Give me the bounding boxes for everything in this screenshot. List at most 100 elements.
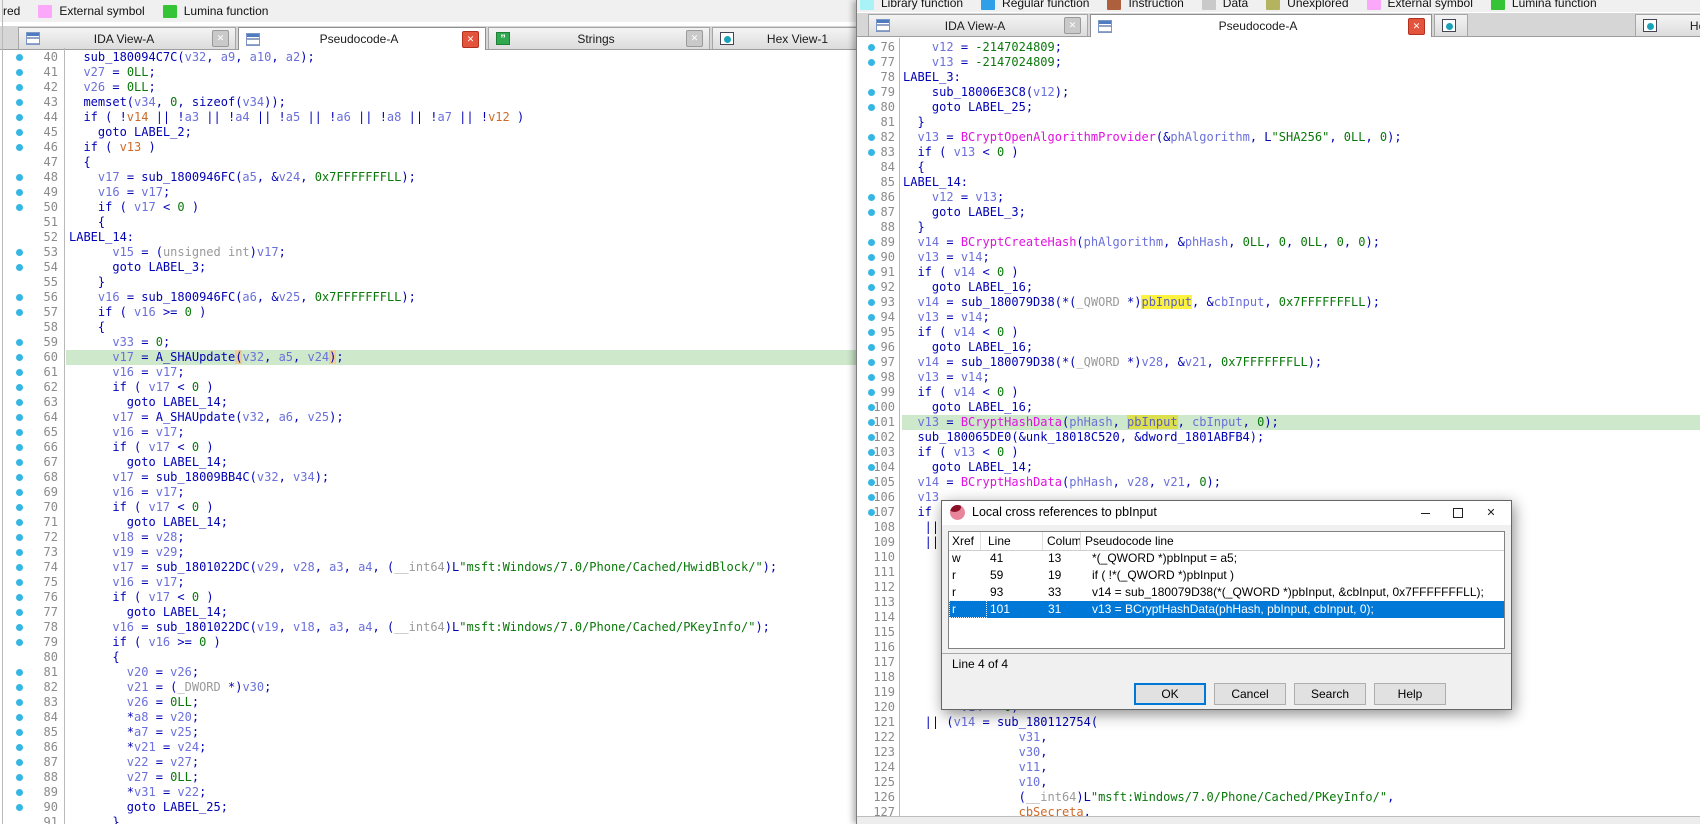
code-token[interactable]: , ( xyxy=(373,560,395,574)
code-text[interactable]: if ( v16 >= 0 ) xyxy=(69,635,221,650)
code-token[interactable]: goto LABEL_14; xyxy=(69,395,228,409)
code-token[interactable]: = xyxy=(939,310,961,324)
cancel-button[interactable]: Cancel xyxy=(1214,683,1286,705)
code-token[interactable] xyxy=(69,365,112,379)
code-token[interactable]: )L xyxy=(445,620,459,634)
code-line[interactable]: 93 v14 = sub_180079D38(*(_QWORD *)pbInpu… xyxy=(857,295,1700,310)
code-token[interactable]: a6 xyxy=(242,290,256,304)
code-token[interactable]: ) xyxy=(199,590,213,604)
code-token[interactable]: , xyxy=(344,560,358,574)
breakpoint-dot[interactable] xyxy=(16,99,23,106)
xref-row[interactable]: r5919if ( !*(_QWORD *)pbInput ) xyxy=(949,567,1504,584)
code-line[interactable]: 79 if ( v16 >= 0 ) xyxy=(0,635,856,650)
code-line[interactable]: 83 if ( v13 < 0 ) xyxy=(857,145,1700,160)
code-token[interactable]: * xyxy=(69,740,134,754)
breakpoint-dot[interactable] xyxy=(16,69,23,76)
code-token[interactable]: v28 xyxy=(1141,355,1163,369)
code-token[interactable]: phHash xyxy=(1185,235,1228,249)
tab-hex-view-1[interactable]: Hex View-1 xyxy=(1635,14,1700,36)
breakpoint-dot[interactable] xyxy=(16,369,23,376)
breakpoint-dot[interactable] xyxy=(16,114,23,121)
maximize-icon[interactable] xyxy=(1443,503,1473,523)
code-token[interactable]: ) xyxy=(1004,265,1018,279)
code-token[interactable] xyxy=(69,335,112,349)
code-token[interactable] xyxy=(903,475,917,489)
code-token[interactable]: v12 xyxy=(1033,85,1055,99)
code-token[interactable]: , sizeof( xyxy=(177,95,242,109)
code-line[interactable]: 75 v16 = v17; xyxy=(0,575,856,590)
code-token[interactable]: ; xyxy=(983,250,990,264)
code-token[interactable]: v17 xyxy=(112,350,134,364)
code-token[interactable]: v17 xyxy=(141,185,163,199)
code-token[interactable]: ; xyxy=(177,365,184,379)
code-token[interactable]: 0 xyxy=(177,200,184,214)
code-token[interactable]: a3 xyxy=(185,110,199,124)
code-token[interactable]: goto LABEL_25; xyxy=(69,800,228,814)
code-token[interactable]: , xyxy=(279,470,293,484)
code-token[interactable]: ); xyxy=(1365,295,1379,309)
code-token[interactable]: , xyxy=(206,50,220,64)
breakpoint-dot[interactable] xyxy=(16,774,23,781)
code-token[interactable]: || xyxy=(903,535,939,549)
code-token[interactable]: BCryptHashData xyxy=(961,415,1062,429)
code-token[interactable]: , xyxy=(315,560,329,574)
code-token[interactable]: __int64 xyxy=(1026,790,1077,804)
breakpoint-dot[interactable] xyxy=(16,549,23,556)
code-token[interactable]: = xyxy=(148,755,170,769)
code-token[interactable] xyxy=(69,770,127,784)
code-token[interactable]: __int64 xyxy=(394,560,445,574)
code-token[interactable]: = xyxy=(134,545,156,559)
close-tab-icon[interactable]: ✕ xyxy=(212,30,229,47)
code-token[interactable]: = ( xyxy=(134,245,163,259)
xref-type-cell[interactable]: r xyxy=(952,584,956,601)
code-token[interactable]: a4 xyxy=(358,560,372,574)
breakpoint-dot[interactable] xyxy=(16,339,23,346)
code-line[interactable]: 41 v27 = 0LL; xyxy=(0,65,856,80)
code-token[interactable]: if ( xyxy=(903,385,954,399)
code-line[interactable]: 89 *v31 = v22; xyxy=(0,785,856,800)
code-token[interactable]: if ( xyxy=(69,500,148,514)
code-token[interactable]: >= xyxy=(170,635,199,649)
code-token[interactable] xyxy=(69,575,112,589)
tab-hex-view[interactable] xyxy=(1434,14,1468,36)
code-token[interactable]: v24 xyxy=(307,350,329,364)
code-token[interactable]: < xyxy=(170,380,192,394)
code-token[interactable]: if ( xyxy=(69,635,148,649)
code-line[interactable]: 79 sub_18006E3C8(v12); xyxy=(857,85,1700,100)
code-text[interactable]: if ( v14 < 0 ) xyxy=(903,385,1019,400)
code-text[interactable]: goto LABEL_14; xyxy=(69,515,228,530)
code-token[interactable]: v24 xyxy=(279,170,301,184)
code-token[interactable]: || ! xyxy=(351,110,387,124)
code-token[interactable]: ) xyxy=(250,245,257,259)
code-line[interactable]: 77 goto LABEL_14; xyxy=(0,605,856,620)
code-token[interactable]: v18 xyxy=(112,530,134,544)
code-token[interactable]: * xyxy=(69,725,134,739)
code-token[interactable]: goto LABEL_14; xyxy=(69,455,228,469)
code-token[interactable]: , xyxy=(293,410,307,424)
code-token[interactable]: goto LABEL_16; xyxy=(903,280,1033,294)
code-token[interactable]: || ( xyxy=(903,715,954,729)
breakpoint-dot[interactable] xyxy=(16,669,23,676)
code-token[interactable]: v31 xyxy=(134,785,156,799)
code-text[interactable]: goto LABEL_14; xyxy=(69,395,228,410)
breakpoint-dot[interactable] xyxy=(16,579,23,586)
breakpoint-dot[interactable] xyxy=(16,204,23,211)
code-token[interactable]: ) xyxy=(1004,325,1018,339)
code-token[interactable] xyxy=(903,775,1019,789)
tab-pseudocode-a[interactable]: Pseudocode-A✕ xyxy=(1090,14,1432,37)
code-token[interactable] xyxy=(69,410,112,424)
tab-hex-view-1[interactable]: Hex View-1 xyxy=(712,27,856,49)
code-token[interactable]: v13 xyxy=(954,445,976,459)
code-token[interactable]: = xyxy=(105,65,127,79)
code-token[interactable]: v18 xyxy=(293,620,315,634)
code-line[interactable]: 90 goto LABEL_25; xyxy=(0,800,856,815)
code-token[interactable]: LABEL_3: xyxy=(903,70,961,84)
code-line[interactable]: 97 v14 = sub_180079D38(*(_QWORD *)v28, &… xyxy=(857,355,1700,370)
code-token[interactable]: || ! xyxy=(401,110,437,124)
code-token[interactable]: v17 xyxy=(112,410,134,424)
dialog-title-bar[interactable]: Local cross references to pbInput ✕ xyxy=(942,501,1511,525)
code-token[interactable]: , xyxy=(293,350,307,364)
code-token[interactable]: if xyxy=(903,505,932,519)
code-token[interactable]: ) xyxy=(192,305,206,319)
code-text[interactable]: v13 = -2147024809; xyxy=(903,55,1062,70)
